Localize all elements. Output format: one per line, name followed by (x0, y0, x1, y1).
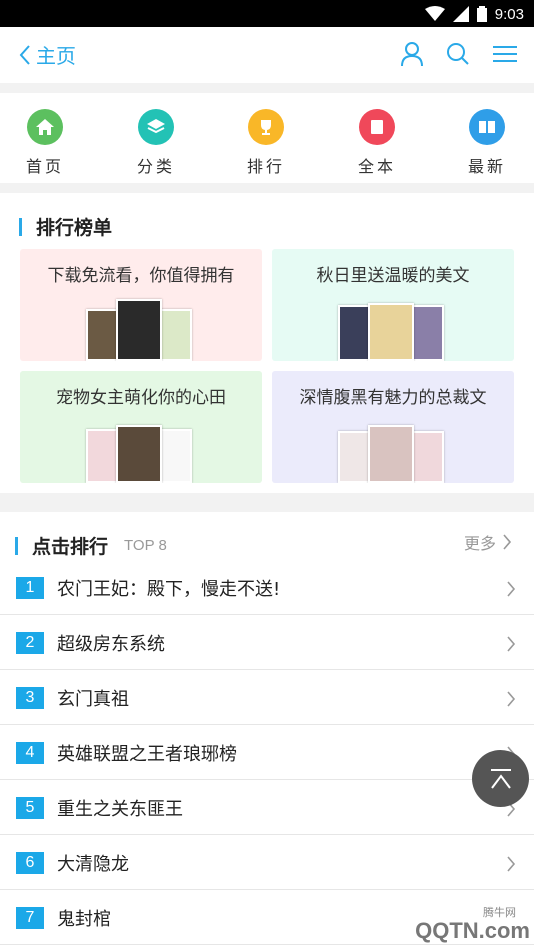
status-time: 9:03 (494, 5, 524, 23)
book-covers (86, 421, 196, 483)
more-link[interactable]: 更多 (464, 530, 512, 554)
rank-card-title: 宠物女主萌化你的心田 (56, 388, 226, 408)
book-icon (359, 109, 395, 145)
battery-icon (476, 6, 487, 22)
book-name: 玄门真祖 (57, 688, 129, 710)
book-name: 英雄联盟之王者琅琊榜 (57, 743, 237, 765)
click-ranking-title: 点击排行 (32, 536, 109, 558)
rank-number: 3 (16, 686, 44, 709)
back-label: 主页 (36, 44, 76, 68)
nav-ranking[interactable]: 排行 (231, 109, 301, 177)
rank-card[interactable]: 秋日里送温暖的美文 (272, 249, 514, 361)
search-icon[interactable] (446, 41, 470, 67)
open-book-icon (469, 109, 505, 145)
book-name: 超级房东系统 (57, 633, 165, 655)
arrow-up-icon (490, 768, 511, 789)
trophy-icon (248, 109, 284, 145)
book-name: 农门王妃：殿下，慢走不送! (57, 578, 281, 600)
book-covers (338, 421, 448, 483)
chevron-right-icon (507, 691, 516, 707)
ranking-row[interactable]: 5 重生之关东匪王 (0, 781, 534, 835)
book-name: 重生之关东匪王 (57, 798, 183, 820)
nav-label-category: 分类 (136, 157, 175, 176)
nav-label-latest: 最新 (467, 157, 506, 176)
back-button[interactable]: 主页 (18, 40, 76, 69)
chevron-right-icon (503, 534, 512, 550)
chevron-left-icon (19, 44, 30, 65)
chevron-right-icon (507, 856, 516, 872)
rank-number: 7 (16, 906, 44, 929)
click-ranking-header: 点击排行 TOP 8 (15, 532, 167, 559)
top-bar: 主页 (0, 27, 534, 83)
rank-number: 1 (16, 576, 44, 599)
wifi-icon (424, 6, 445, 21)
chevron-right-icon (507, 581, 516, 597)
rank-section-header: 排行榜单 (19, 213, 112, 240)
nav-latest[interactable]: 最新 (452, 109, 522, 177)
book-name: 大清隐龙 (57, 853, 129, 875)
rank-number: 2 (16, 631, 44, 654)
category-nav: 首页 分类 排行 全本 最新 (0, 93, 534, 183)
nav-category[interactable]: 分类 (121, 109, 191, 177)
rank-card-title: 深情腹黑有魅力的总裁文 (299, 388, 487, 408)
nav-home[interactable]: 首页 (10, 109, 80, 177)
top8-tag: TOP 8 (124, 537, 167, 554)
more-label: 更多 (463, 534, 496, 553)
watermark-logo: QQTN.com (415, 918, 530, 943)
nav-label-home: 首页 (25, 157, 64, 176)
site-watermark: 腾牛网 QQTN.com (330, 892, 534, 949)
nav-complete[interactable]: 全本 (342, 109, 412, 177)
rank-card[interactable]: 宠物女主萌化你的心田 (20, 371, 262, 483)
signal-icon (452, 6, 469, 22)
rank-card[interactable]: 深情腹黑有魅力的总裁文 (272, 371, 514, 483)
rank-number: 4 (16, 741, 44, 764)
ranking-row[interactable]: 1 农门王妃：殿下，慢走不送! (0, 561, 534, 615)
ranking-row[interactable]: 4 英雄联盟之王者琅琊榜 (0, 726, 534, 780)
rank-card[interactable]: 下载免流看，你值得拥有 (20, 249, 262, 361)
book-covers (338, 299, 448, 361)
rank-section-title: 排行榜单 (36, 217, 113, 239)
rank-card-title: 秋日里送温暖的美文 (316, 266, 470, 286)
ranking-row[interactable]: 6 大清隐龙 (0, 836, 534, 890)
nav-label-ranking: 排行 (246, 157, 285, 176)
rank-list-section: 排行榜单 下载免流看，你值得拥有 秋日里送温暖的美文 宠物女主萌化你的心田 深情… (0, 193, 534, 493)
book-name: 鬼封棺 (57, 908, 111, 930)
rank-number: 5 (16, 796, 44, 819)
menu-icon[interactable] (492, 44, 518, 64)
rank-card-title: 下载免流看，你值得拥有 (47, 266, 235, 286)
home-icon (27, 109, 63, 145)
ranking-row[interactable]: 2 超级房东系统 (0, 616, 534, 670)
nav-label-complete: 全本 (357, 157, 396, 176)
ranking-row[interactable]: 3 玄门真祖 (0, 671, 534, 725)
chevron-right-icon (507, 636, 516, 652)
back-to-top-button[interactable] (472, 750, 529, 807)
layers-icon (138, 109, 174, 145)
rank-number: 6 (16, 851, 44, 874)
status-bar: 9:03 (0, 0, 534, 27)
click-ranking-section: 点击排行 TOP 8 更多 1 农门王妃：殿下，慢走不送! 2 超级房东系统 3… (0, 512, 534, 949)
book-covers (86, 299, 196, 361)
user-icon[interactable] (400, 41, 424, 67)
